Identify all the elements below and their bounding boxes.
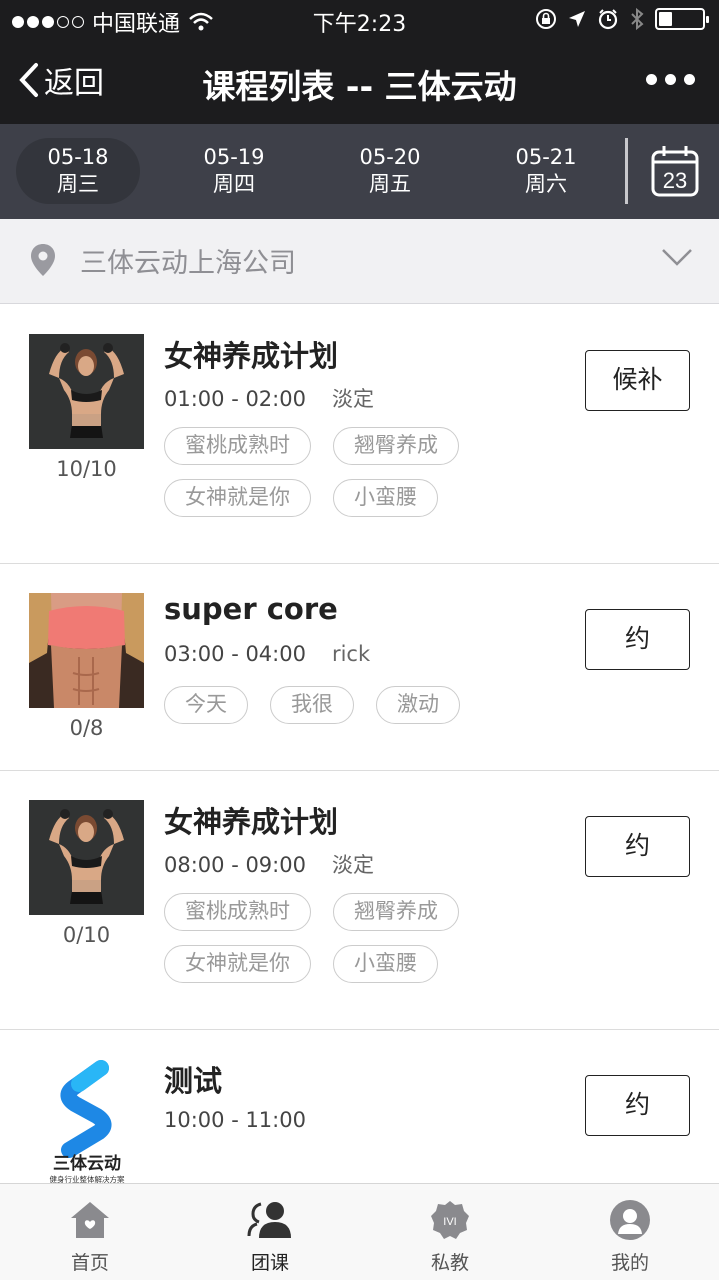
tab-profile[interactable]: 我的 <box>580 1198 680 1275</box>
course-tag: 今天 <box>164 686 248 724</box>
course-item: 10/10 女神养成计划 01:00 - 02:00 淡定 蜜桃成熟时 翘臀养成 … <box>0 305 719 564</box>
time-range: 08:00 - 09:00 <box>164 853 306 877</box>
date-selector: 05-18 周三 05-19 周四 05-20 周五 05-21 周六 23 <box>0 124 719 219</box>
tab-label: 团课 <box>250 1252 289 1274</box>
page-title: 课程列表 -- 三体云动 <box>202 67 517 106</box>
course-thumbnail <box>29 593 144 708</box>
enrollment-count: 0/10 <box>62 923 111 947</box>
bottom-tab-bar: 首页 团课 IVI 私教 我的 <box>0 1183 719 1280</box>
rotation-lock-icon <box>536 9 556 29</box>
weekday-label: 周六 <box>525 172 567 196</box>
course-name: 女神养成计划 <box>164 339 339 373</box>
course-tag: 女神就是你 <box>164 945 311 983</box>
home-icon <box>40 1198 140 1242</box>
course-tag: 我很 <box>270 686 354 724</box>
course-time: 03:00 - 04:00 rick <box>164 642 370 666</box>
logo-subtext: 健身行业整体解决方案 <box>50 1174 125 1183</box>
date-tab-0518[interactable]: 05-18 周三 <box>16 138 140 204</box>
tab-personal-trainer[interactable]: IVI 私教 <box>400 1198 500 1275</box>
course-tag: 激动 <box>376 686 460 724</box>
date-tab-0520[interactable]: 05-20 周五 <box>328 138 452 204</box>
date-tab-0521[interactable]: 05-21 周六 <box>484 138 608 204</box>
battery-icon <box>655 8 709 30</box>
weekday-label: 周四 <box>213 172 255 196</box>
time-range: 10:00 - 11:00 <box>164 1108 306 1132</box>
profile-icon <box>580 1198 680 1242</box>
logo-text: 三体云动 <box>53 1153 121 1174</box>
course-item: 0/8 super core 03:00 - 04:00 rick 今天 我很 激… <box>0 564 719 771</box>
time-range: 03:00 - 04:00 <box>164 642 306 666</box>
time-range: 01:00 - 02:00 <box>164 387 306 411</box>
course-tags: 今天 我很 激动 <box>164 686 504 724</box>
course-time: 10:00 - 11:00 <box>164 1108 306 1132</box>
coach-name: 淡定 <box>331 387 374 411</box>
course-time: 01:00 - 02:00 淡定 <box>164 383 374 413</box>
date-label: 05-20 <box>359 145 421 169</box>
course-item: 0/10 女神养成计划 08:00 - 09:00 淡定 蜜桃成熟时 翘臀养成 女… <box>0 771 719 1030</box>
location-arrow-icon <box>569 11 585 27</box>
book-button[interactable]: 约 <box>585 816 690 877</box>
enrollment-count: 10/10 <box>56 457 117 481</box>
date-label: 05-19 <box>203 145 265 169</box>
date-divider <box>625 138 628 204</box>
tab-group-class[interactable]: 团课 <box>220 1198 320 1275</box>
alarm-icon <box>598 9 618 30</box>
course-tag: 小蛮腰 <box>333 945 438 983</box>
course-tag: 翘臀养成 <box>333 893 459 931</box>
course-tag: 翘臀养成 <box>333 427 459 465</box>
navigation-bar: 返回 课程列表 -- 三体云动 <box>0 40 719 124</box>
course-tag: 蜜桃成熟时 <box>164 427 311 465</box>
date-label: 05-18 <box>47 145 109 169</box>
tab-home[interactable]: 首页 <box>40 1198 140 1275</box>
tab-label: 我的 <box>610 1252 649 1274</box>
svg-text:IVI: IVI <box>443 1216 456 1228</box>
calendar-icon[interactable]: 23 <box>650 144 700 198</box>
enrollment-count: 0/8 <box>69 716 104 740</box>
course-tags: 蜜桃成熟时 翘臀养成 女神就是你 小蛮腰 <box>164 893 504 983</box>
group-class-icon <box>220 1198 320 1242</box>
course-tags: 蜜桃成熟时 翘臀养成 女神就是你 小蛮腰 <box>164 427 504 517</box>
course-thumbnail <box>29 800 144 915</box>
coach-name: 淡定 <box>331 853 374 877</box>
chevron-down-icon <box>662 249 692 266</box>
location-pin-icon <box>31 244 55 276</box>
book-button[interactable]: 约 <box>585 1075 690 1136</box>
date-label: 05-21 <box>515 145 577 169</box>
location-name: 三体云动上海公司 <box>80 248 296 279</box>
book-button[interactable]: 约 <box>585 609 690 670</box>
more-menu-icon[interactable] <box>646 74 695 85</box>
course-list: 10/10 女神养成计划 01:00 - 02:00 淡定 蜜桃成熟时 翘臀养成 … <box>0 305 719 1190</box>
course-item: 三体云动 健身行业整体解决方案 测试 10:00 - 11:00 约 <box>0 1030 719 1190</box>
brand-logo: 三体云动 健身行业整体解决方案 <box>29 1058 144 1183</box>
course-tag: 小蛮腰 <box>333 479 438 517</box>
status-bar: 中国联通 下午2:23 <box>0 0 719 40</box>
tab-label: 首页 <box>70 1252 109 1274</box>
waitlist-button[interactable]: 候补 <box>585 350 690 411</box>
weekday-label: 周五 <box>369 172 411 196</box>
course-tag: 女神就是你 <box>164 479 311 517</box>
course-thumbnail <box>29 334 144 449</box>
weekday-label: 周三 <box>57 172 99 196</box>
tab-label: 私教 <box>430 1252 469 1274</box>
coach-name: rick <box>331 642 371 666</box>
location-selector[interactable]: 三体云动上海公司 <box>0 219 719 304</box>
personal-trainer-icon: IVI <box>400 1198 500 1242</box>
course-name: 测试 <box>164 1064 223 1098</box>
course-name: super core <box>164 592 338 626</box>
course-tag: 蜜桃成熟时 <box>164 893 311 931</box>
bluetooth-icon <box>631 7 644 31</box>
date-tab-0519[interactable]: 05-19 周四 <box>172 138 296 204</box>
course-name: 女神养成计划 <box>164 805 339 839</box>
course-time: 08:00 - 09:00 淡定 <box>164 849 374 879</box>
app-root: 中国联通 下午2:23 返回 课程列表 -- 三体云动 05-18 周三 05-… <box>0 0 719 1280</box>
calendar-day: 23 <box>663 168 687 193</box>
